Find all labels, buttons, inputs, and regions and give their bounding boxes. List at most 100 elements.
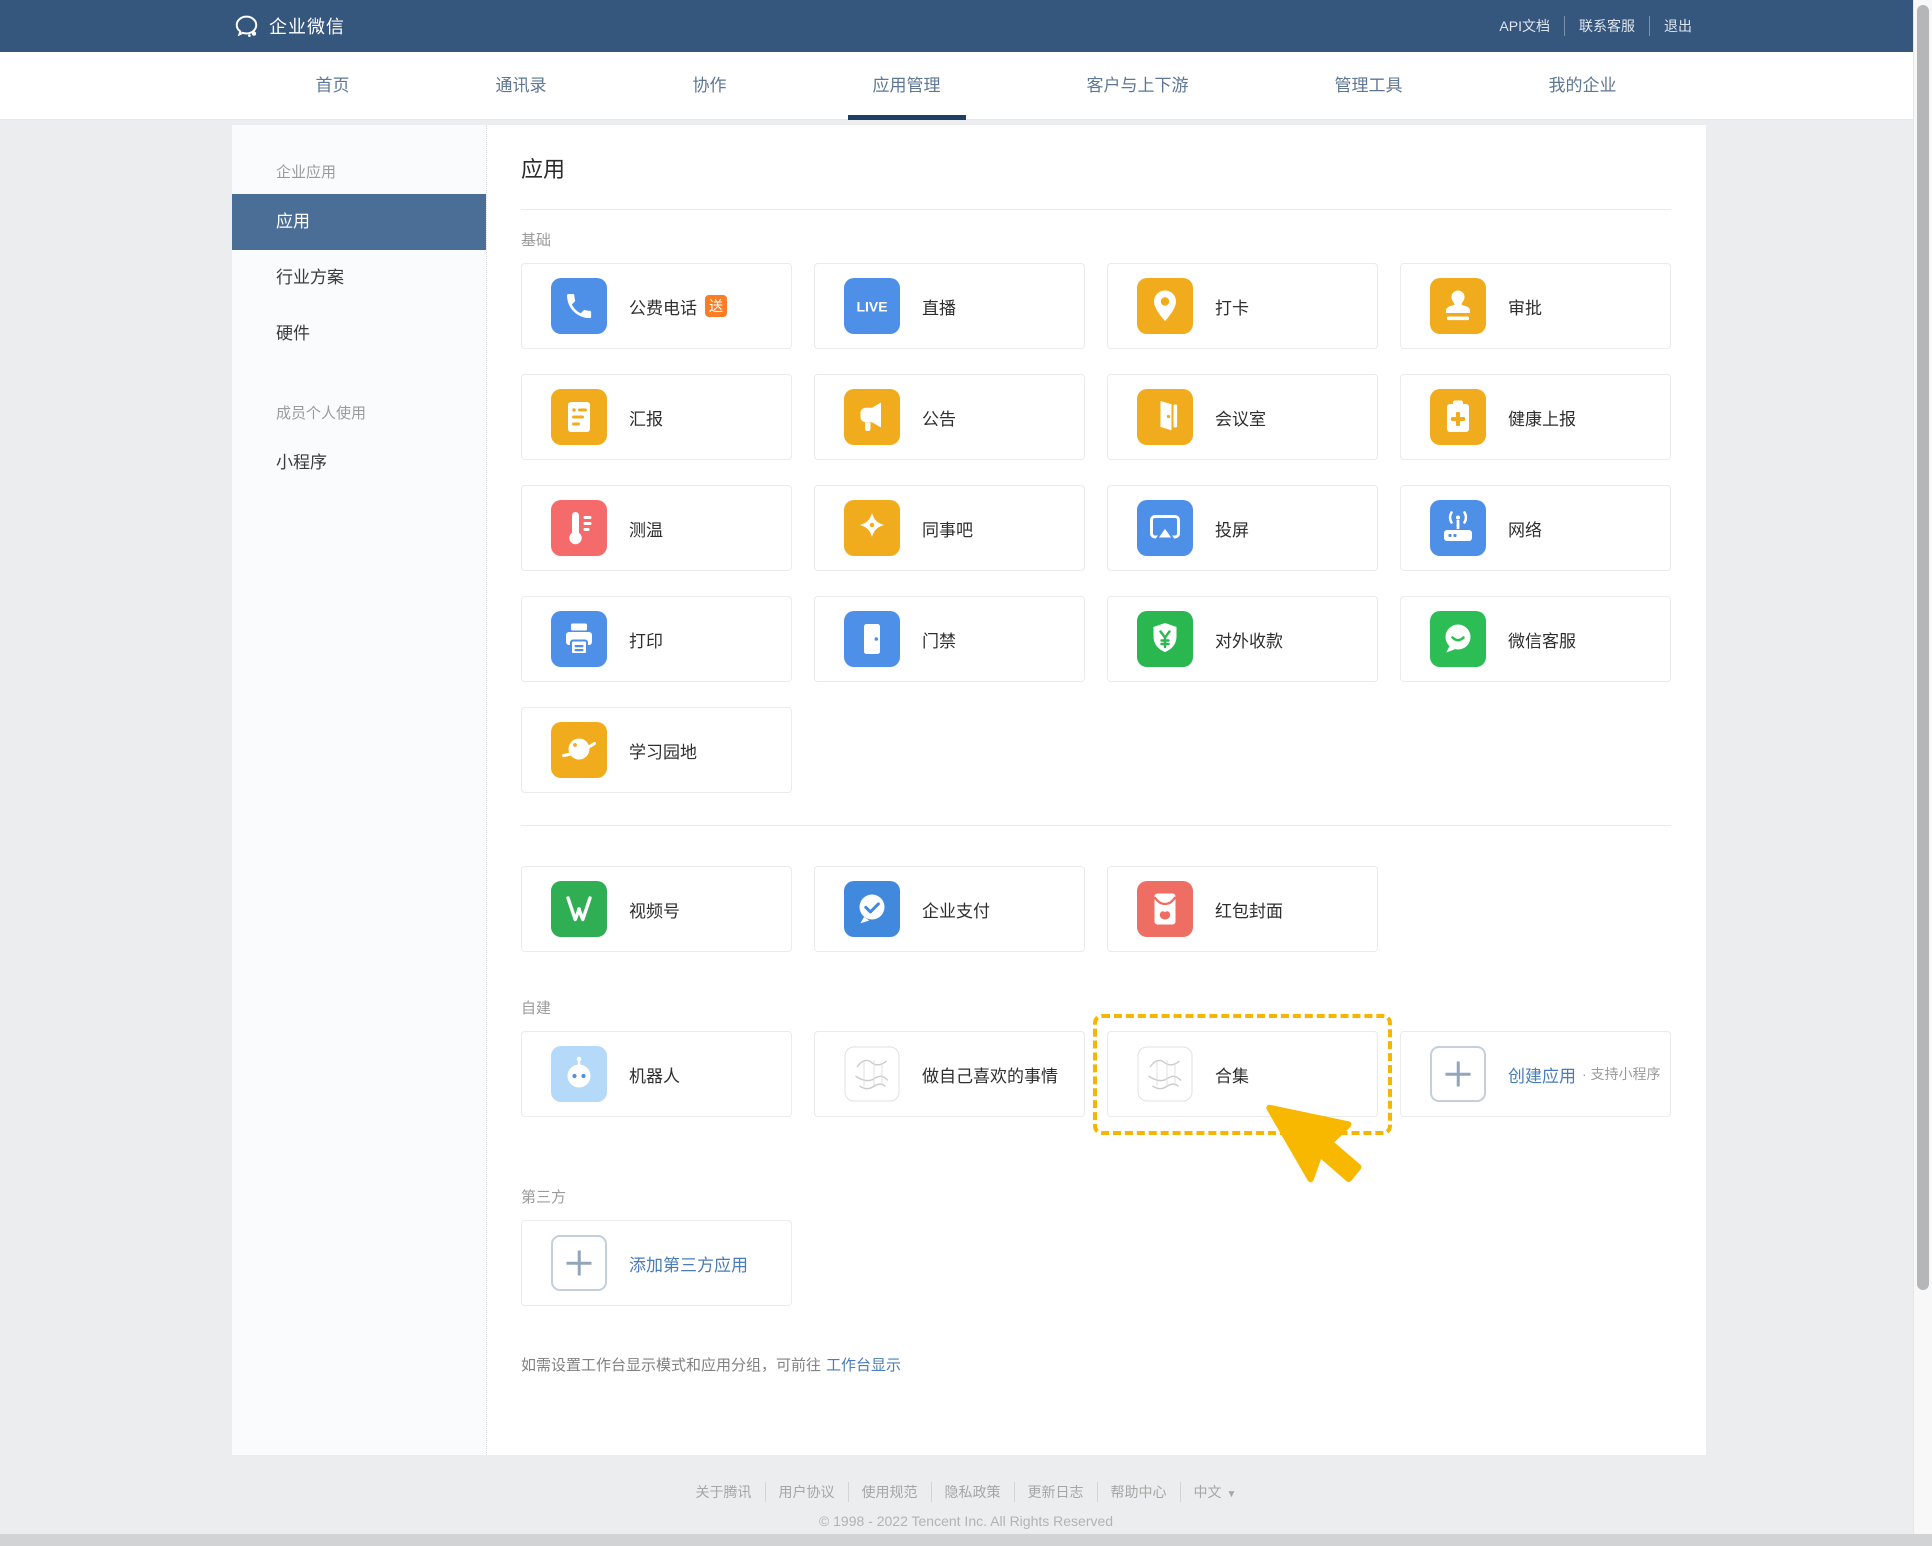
app-card-learning[interactable]: 学习园地: [521, 707, 792, 793]
megaphone-icon: [844, 389, 900, 445]
plus-icon: [551, 1235, 607, 1291]
page-title: 应用: [521, 155, 1671, 185]
app-card-live[interactable]: 直播: [814, 263, 1085, 349]
app-card-corp-pay[interactable]: 企业支付: [814, 866, 1085, 952]
app-card-external-payment[interactable]: 对外收款: [1107, 596, 1378, 682]
basic-apps-grid: 公费电话 送 直播 打卡 审批 汇报 公告: [521, 263, 1671, 793]
highlighted-app-wrapper: 合集: [1107, 1031, 1378, 1117]
location-pin-icon: [1137, 278, 1193, 334]
topbar-link-api-docs[interactable]: API文档: [1485, 16, 1564, 36]
add-thirdparty-app-button[interactable]: 添加第三方应用: [521, 1220, 792, 1306]
sidebar-item-miniprograms[interactable]: 小程序: [232, 435, 486, 491]
footer-link-about[interactable]: 关于腾讯: [683, 1482, 765, 1502]
language-selector[interactable]: 中文▼: [1180, 1482, 1250, 1502]
door-open-icon: [1137, 389, 1193, 445]
media-apps-grid: 视频号 企业支付 红包封面: [521, 866, 1671, 952]
brand: 企业微信: [233, 13, 345, 40]
chevron-down-icon: ▼: [1227, 1489, 1237, 1500]
scrollbar-thumb[interactable]: [1917, 5, 1929, 1290]
chat-bubble-icon: [1430, 611, 1486, 667]
wework-logo-icon: [233, 13, 260, 40]
screen-cast-icon: [1137, 500, 1193, 556]
shield-yuan-icon: [1137, 611, 1193, 667]
footer-links: 关于腾讯 用户协议 使用规范 隐私政策 更新日志 帮助中心 中文▼: [683, 1482, 1250, 1502]
primary-nav: 首页 通讯录 协作 应用管理 客户与上下游 管理工具 我的企业: [0, 52, 1932, 120]
app-card-report[interactable]: 汇报: [521, 374, 792, 460]
app-card-meeting-room[interactable]: 会议室: [1107, 374, 1378, 460]
channels-logo-icon: [551, 881, 607, 937]
tab-customers[interactable]: 客户与上下游: [1087, 52, 1189, 120]
selfbuilt-apps-grid: 机器人 做自己喜欢的事情 合集 创建应用 · 支持小程序: [521, 1031, 1671, 1117]
tab-app-management[interactable]: 应用管理: [873, 52, 941, 120]
window-bottom-edge: [0, 1534, 1932, 1546]
app-card-colleague-bar[interactable]: 同事吧: [814, 485, 1085, 571]
app-card-announcement[interactable]: 公告: [814, 374, 1085, 460]
footer: 关于腾讯 用户协议 使用规范 隐私政策 更新日志 帮助中心 中文▼ © 1998…: [0, 1482, 1932, 1529]
section-divider: [521, 825, 1671, 826]
app-card-checkin[interactable]: 打卡: [1107, 263, 1378, 349]
app-card-approval[interactable]: 审批: [1400, 263, 1671, 349]
app-card-free-call[interactable]: 公费电话 送: [521, 263, 792, 349]
footer-link-terms[interactable]: 用户协议: [765, 1482, 848, 1502]
gift-badge: 送: [705, 295, 727, 317]
main-panel: 应用 基础 公费电话 送 直播 打卡 审批 汇报: [487, 125, 1706, 1455]
tab-collaboration[interactable]: 协作: [693, 52, 727, 120]
section-label-thirdparty: 第三方: [521, 1189, 1671, 1207]
sidebar: 企业应用 应用 行业方案 硬件 成员个人使用 小程序: [232, 125, 487, 1455]
thirdparty-grid: 添加第三方应用: [521, 1220, 1671, 1306]
app-card-collection[interactable]: 合集: [1107, 1031, 1378, 1117]
sidebar-item-hardware[interactable]: 硬件: [232, 306, 486, 362]
content-card: 企业应用 应用 行业方案 硬件 成员个人使用 小程序 应用 基础 公费电话 送 …: [232, 125, 1706, 1455]
sidebar-group-personal-use: 成员个人使用: [232, 388, 486, 435]
section-label-basic: 基础: [521, 232, 1671, 250]
planet-icon: [551, 722, 607, 778]
app-card-red-packet-cover[interactable]: 红包封面: [1107, 866, 1378, 952]
sidebar-item-industry-solutions[interactable]: 行业方案: [232, 250, 486, 306]
thermometer-icon: [551, 500, 607, 556]
report-doc-icon: [551, 389, 607, 445]
app-card-channels[interactable]: 视频号: [521, 866, 792, 952]
topbar-link-contact-support[interactable]: 联系客服: [1564, 16, 1649, 36]
app-card-robot[interactable]: 机器人: [521, 1031, 792, 1117]
section-label-selfbuilt: 自建: [521, 1000, 1671, 1018]
topbar-link-logout[interactable]: 退出: [1649, 16, 1706, 36]
sidebar-item-apps[interactable]: 应用: [232, 194, 486, 250]
tab-my-company[interactable]: 我的企业: [1549, 52, 1617, 120]
footer-link-privacy[interactable]: 隐私政策: [931, 1482, 1014, 1502]
printer-icon: [551, 611, 607, 667]
access-door-icon: [844, 611, 900, 667]
footer-link-changelog[interactable]: 更新日志: [1014, 1482, 1097, 1502]
topbar-links: API文档 联系客服 退出: [1485, 16, 1706, 36]
tab-home[interactable]: 首页: [316, 52, 350, 120]
top-bar: 企业微信 API文档 联系客服 退出: [0, 0, 1932, 52]
tab-admin-tools[interactable]: 管理工具: [1335, 52, 1403, 120]
health-clipboard-icon: [1430, 389, 1486, 445]
app-card-health-report[interactable]: 健康上报: [1400, 374, 1671, 460]
tab-contacts[interactable]: 通讯录: [496, 52, 547, 120]
app-card-screen-cast[interactable]: 投屏: [1107, 485, 1378, 571]
app-card-do-what-you-love[interactable]: 做自己喜欢的事情: [814, 1031, 1085, 1117]
sketch-image-icon: [1137, 1046, 1193, 1102]
sidebar-group-enterprise-apps: 企业应用: [232, 147, 486, 194]
app-card-print[interactable]: 打印: [521, 596, 792, 682]
phone-icon: [551, 278, 607, 334]
title-divider: [521, 209, 1671, 210]
app-card-wechat-service[interactable]: 微信客服: [1400, 596, 1671, 682]
create-app-button[interactable]: 创建应用 · 支持小程序: [1400, 1031, 1671, 1117]
sparkle-diamond-icon: [844, 500, 900, 556]
scrollbar-track[interactable]: [1913, 0, 1932, 1546]
copyright: © 1998 - 2022 Tencent Inc. All Rights Re…: [0, 1513, 1932, 1529]
app-card-temperature[interactable]: 测温: [521, 485, 792, 571]
pay-chat-check-icon: [844, 881, 900, 937]
app-card-network[interactable]: 网络: [1400, 485, 1671, 571]
workbench-display-link[interactable]: 工作台显示: [826, 1357, 901, 1374]
router-icon: [1430, 500, 1486, 556]
app-card-access-control[interactable]: 门禁: [814, 596, 1085, 682]
brand-title: 企业微信: [269, 13, 345, 39]
footer-link-help[interactable]: 帮助中心: [1097, 1482, 1180, 1502]
sidebar-spacer: [232, 362, 486, 388]
robot-icon: [551, 1046, 607, 1102]
stamp-icon: [1430, 278, 1486, 334]
plus-icon: [1430, 1046, 1486, 1102]
footer-link-usage[interactable]: 使用规范: [848, 1482, 931, 1502]
